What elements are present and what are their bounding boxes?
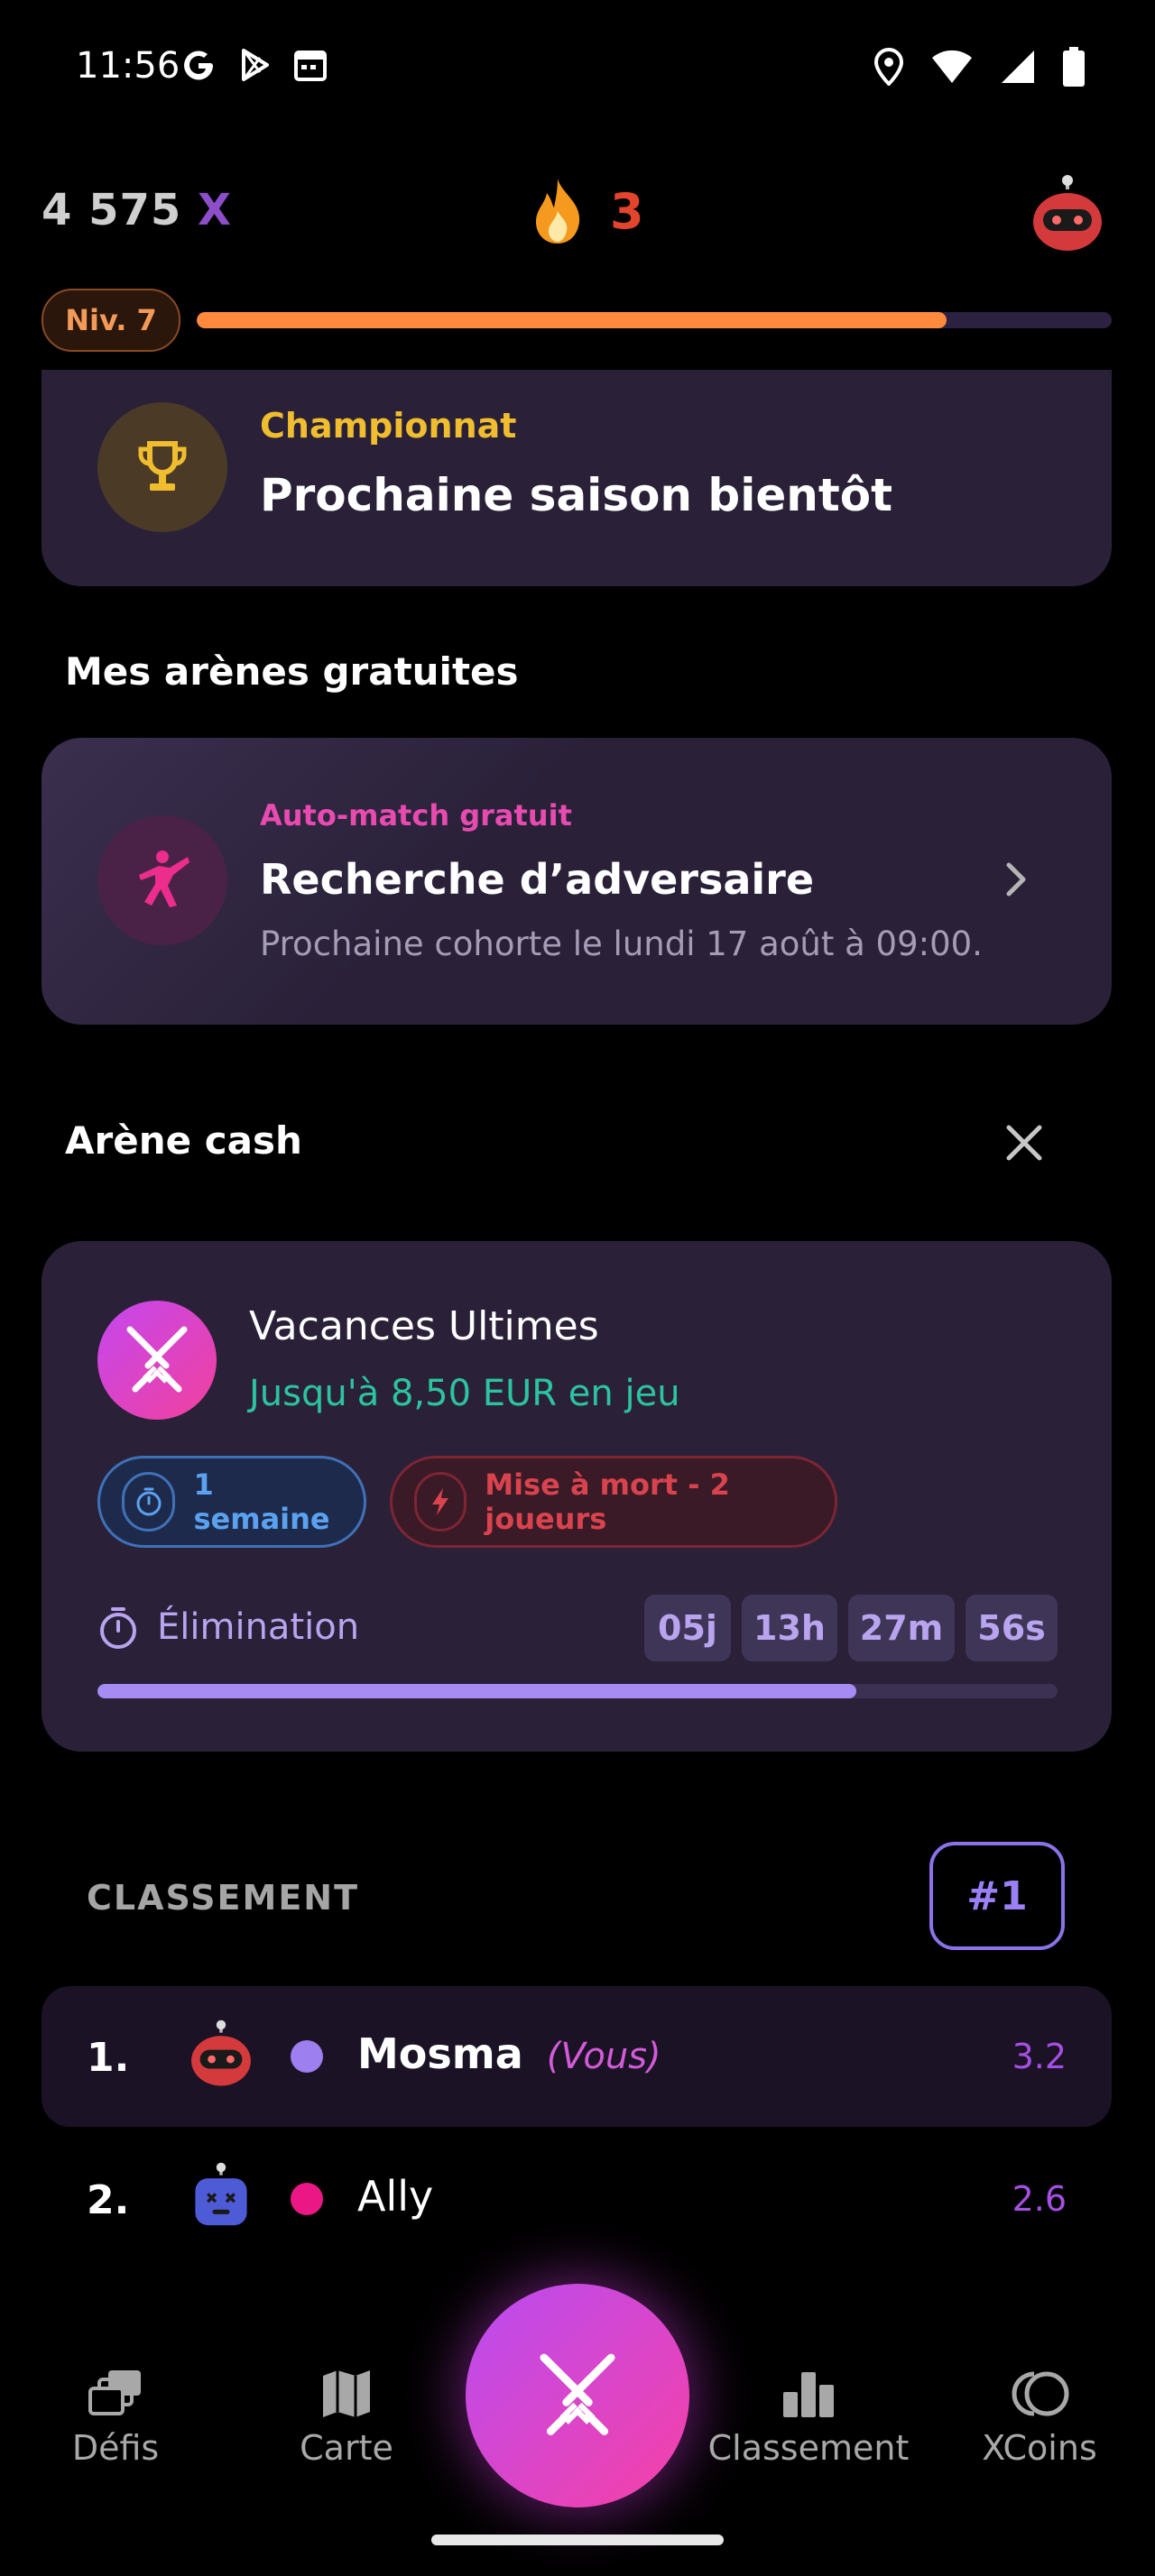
streak-value: 3 <box>610 182 644 240</box>
profile-avatar[interactable] <box>1027 173 1108 254</box>
mode-chip-label: Mise à mort - 2 joueurs <box>485 1467 730 1536</box>
mode-chip[interactable]: Mise à mort - 2 joueurs <box>390 1456 837 1548</box>
wifi-icon <box>932 50 972 83</box>
status-dot <box>291 2183 323 2215</box>
signal-icon <box>1002 51 1034 83</box>
crossed-swords-icon <box>540 2353 615 2435</box>
calendar-icon <box>294 51 327 81</box>
stopwatch-icon <box>122 1472 176 1532</box>
championship-title: Prochaine saison bientôt <box>260 469 893 521</box>
player-name: Mosma <box>357 2029 523 2078</box>
nav-label: Défis <box>71 2428 160 2468</box>
level-progress-bar <box>197 312 1112 328</box>
cash-arena-heading: Arène cash <box>65 1118 302 1163</box>
ranking-row[interactable]: 2. Ally 2.6 <box>42 2129 1112 2269</box>
status-system-icons <box>873 47 1085 87</box>
chevron-right-icon[interactable] <box>1003 860 1030 903</box>
home-indicator[interactable] <box>431 2535 724 2545</box>
timer-hours: 13h <box>742 1595 837 1661</box>
cash-arena-title: Vacances Ultimes <box>249 1303 599 1349</box>
status-time: 11:56 <box>76 45 180 87</box>
robot-avatar-icon <box>195 2162 247 2226</box>
close-icon[interactable] <box>1002 1120 1047 1165</box>
free-arena-icon-wrap <box>97 815 227 945</box>
duration-chip-label: 1 semaine <box>193 1467 330 1536</box>
ranking-heading: CLASSEMENT <box>87 1878 359 1918</box>
ranking-name-wrap: Ally <box>357 2172 433 2221</box>
lightning-icon <box>414 1472 467 1532</box>
nav-label: Carte <box>300 2428 393 2468</box>
bar-chart-icon <box>783 2372 834 2417</box>
xp-counter[interactable]: 4 575 X <box>42 185 232 235</box>
robot-avatar-icon <box>1033 175 1102 251</box>
streak-counter[interactable]: 3 <box>531 177 644 245</box>
duration-chip[interactable]: 1 semaine <box>97 1456 366 1548</box>
rank-badge[interactable]: #1 <box>929 1842 1065 1950</box>
nav-item-xcoins[interactable]: XCoins <box>931 2369 1148 2468</box>
level-progress-fill <box>197 312 947 328</box>
nav-item-defis[interactable]: Défis <box>7 2369 224 2468</box>
robot-avatar-icon <box>191 2019 251 2086</box>
nav-label: Classement <box>707 2428 910 2468</box>
timer-days: 05j <box>644 1595 731 1661</box>
free-arena-description: Prochaine cohorte le lundi 17 août à 09:… <box>260 925 983 963</box>
play-battle-button[interactable] <box>466 2284 689 2507</box>
championship-subtitle: Championnat <box>260 406 517 446</box>
elimination-progress-bar <box>97 1684 1058 1698</box>
ranking-row[interactable]: 1. Mosma (Vous) 3.2 <box>42 1986 1112 2127</box>
timer-icon <box>97 1605 139 1654</box>
xp-suffix: X <box>198 185 233 235</box>
status-dot <box>291 2040 323 2073</box>
timer-minutes: 27m <box>848 1595 955 1661</box>
cash-arena-prize: Jusqu'à 8,50 EUR en jeu <box>249 1373 680 1414</box>
trophy-icon <box>138 441 187 491</box>
map-icon <box>323 2370 370 2417</box>
ranking-position: 1. <box>87 2035 130 2081</box>
player-score: 2.6 <box>1012 2179 1067 2219</box>
flame-icon <box>536 179 580 244</box>
elimination-progress-fill <box>97 1684 856 1698</box>
free-arena-title: Recherche d’adversaire <box>260 855 815 904</box>
level-badge[interactable]: Niv. 7 <box>42 289 180 352</box>
play-store-icon <box>242 49 269 81</box>
location-icon <box>873 48 904 86</box>
crossed-swords-icon <box>126 1326 188 1393</box>
google-icon <box>184 51 214 80</box>
xp-value: 4 575 <box>42 185 182 235</box>
coins-icon <box>1012 2371 1069 2416</box>
battery-icon <box>1063 47 1085 87</box>
free-arena-subtitle: Auto-match gratuit <box>260 798 572 833</box>
nav-label: XCoins <box>982 2428 1097 2468</box>
player-name: Ally <box>357 2172 434 2221</box>
cash-arena-icon-wrap <box>97 1301 217 1420</box>
championship-icon-wrap <box>97 402 227 532</box>
status-notification-icons <box>180 47 328 83</box>
ranking-name-wrap: Mosma (Vous) <box>357 2029 661 2078</box>
free-arenas-heading: Mes arènes gratuites <box>65 649 519 694</box>
timer-seconds: 56s <box>966 1595 1058 1661</box>
you-label: (Vous) <box>546 2036 661 2077</box>
player-score: 3.2 <box>1012 2037 1067 2076</box>
nav-item-classement[interactable]: Classement <box>700 2369 917 2468</box>
elimination-label: Élimination <box>157 1606 360 1648</box>
ranking-position: 2. <box>87 2177 130 2223</box>
cards-icon <box>88 2370 141 2415</box>
martial-arts-kick-icon <box>139 851 189 907</box>
nav-item-carte[interactable]: Carte <box>238 2369 455 2468</box>
